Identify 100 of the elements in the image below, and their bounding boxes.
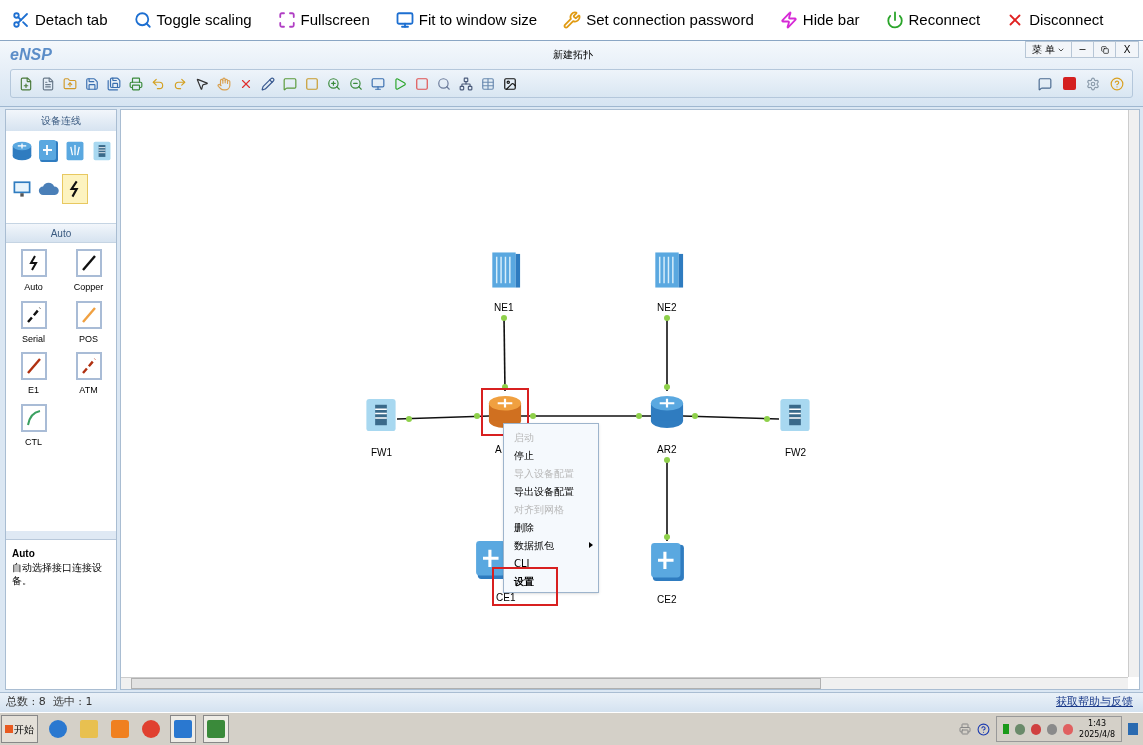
search-icon — [437, 76, 451, 91]
clock-time: 1:43 — [1088, 718, 1106, 729]
new-file-icon — [19, 76, 33, 91]
node-label: NE1 — [494, 302, 514, 313]
help-icon — [977, 722, 991, 736]
hand-icon — [217, 76, 231, 91]
clock-date: 2025/4/8 — [1079, 729, 1115, 740]
menu-item[interactable]: 导出设备配置 — [504, 482, 598, 500]
pc-icon — [11, 178, 33, 200]
switch-icon — [39, 140, 58, 162]
image-icon — [503, 76, 517, 91]
toolbar-button[interactable]: Disconnect — [1006, 8, 1104, 32]
app-logo: eNSP — [10, 45, 52, 65]
app-icon — [174, 720, 192, 738]
link-line[interactable] — [664, 315, 670, 392]
logo-icon — [1062, 77, 1076, 90]
zoom-in-icon — [327, 76, 341, 91]
save-icon — [107, 76, 121, 91]
power-icon — [885, 11, 904, 29]
pointer-icon — [195, 76, 209, 91]
cable-type-button[interactable]: Serial — [6, 300, 61, 346]
screen-icon — [371, 76, 385, 91]
router-node-icon — [486, 393, 524, 431]
tray-icon — [1031, 723, 1042, 735]
taskbar-app-button[interactable] — [170, 715, 196, 743]
cable-type-button[interactable]: ATM — [61, 352, 116, 398]
node-label: FW1 — [371, 447, 393, 458]
comment-icon — [283, 76, 297, 91]
menu-item[interactable]: 删除 — [504, 518, 598, 536]
printer-icon — [959, 723, 972, 735]
comment-icon — [1038, 76, 1052, 91]
cable-type-button[interactable]: POS — [61, 300, 116, 346]
node-label: A — [495, 444, 502, 455]
toolbar-button[interactable]: Toggle scaling — [133, 8, 252, 32]
printer-icon — [129, 76, 143, 91]
cable-type-button[interactable]: Auto — [6, 249, 61, 295]
wireless-icon — [64, 140, 86, 162]
horizontal-scrollbar[interactable] — [121, 677, 1128, 689]
vertical-scrollbar[interactable] — [1128, 110, 1139, 677]
node-label: CE1 — [496, 592, 516, 603]
tray-icon — [1063, 723, 1074, 735]
status-text: 总数 : 8 选中 : 1 — [6, 694, 93, 711]
document-icon — [41, 76, 55, 91]
settings-icon — [1086, 76, 1100, 91]
undo-icon — [151, 76, 165, 91]
restore-icon — [1100, 45, 1109, 54]
rectangle-icon — [305, 76, 319, 91]
router-icon — [11, 140, 33, 162]
cable-type-button[interactable]: E1 — [6, 352, 61, 398]
stop-icon — [415, 76, 429, 91]
link-line[interactable] — [396, 413, 490, 422]
panel-header: 设备连线 — [6, 110, 116, 131]
node-label: NE2 — [657, 302, 677, 313]
zoom-out-icon — [349, 76, 363, 91]
monitor-icon — [395, 11, 414, 29]
menu-item[interactable]: CLI — [504, 554, 598, 572]
toolbar-button[interactable]: Hide bar — [779, 8, 860, 32]
description-text: 自动选择接口连接设备。 — [12, 561, 103, 587]
link-line[interactable] — [520, 413, 652, 419]
table-icon — [481, 76, 495, 91]
submenu-arrow-icon — [589, 542, 593, 548]
toolbar-button[interactable]: Set connection password — [563, 8, 754, 32]
taskbar-app-button[interactable] — [203, 715, 229, 743]
window-title: 新建拓扑 — [553, 48, 593, 62]
play-icon — [393, 76, 407, 91]
toolbar-button[interactable]: Reconnect — [885, 8, 981, 32]
cable-type-button[interactable]: CTL — [6, 403, 61, 449]
topology-icon — [459, 76, 473, 91]
router-node-icon — [648, 393, 686, 431]
lightning-icon — [779, 11, 798, 29]
toolbar-button[interactable]: Fit to window size — [395, 8, 538, 32]
redo-icon — [173, 76, 187, 91]
help-link[interactable]: 获取帮助与反馈 — [1056, 694, 1133, 711]
save-icon — [85, 76, 99, 91]
wrench-icon — [563, 11, 582, 29]
panel-header: Auto — [6, 223, 116, 243]
switch-node-icon — [650, 543, 684, 581]
close-button[interactable]: X — [1116, 42, 1138, 57]
scissors-icon — [12, 11, 30, 29]
node-label: FW2 — [785, 447, 807, 458]
fullscreen-icon — [277, 11, 296, 29]
menu-item[interactable]: 设置 — [504, 572, 598, 590]
node-label: AR2 — [657, 444, 677, 455]
link-line[interactable] — [501, 315, 508, 392]
link-line[interactable] — [682, 413, 780, 422]
menu-button[interactable]: 菜 单 — [1025, 42, 1072, 57]
toolbar-button[interactable]: Fullscreen — [277, 8, 370, 32]
pencil-icon — [261, 76, 275, 91]
description-title: Auto — [12, 547, 36, 561]
search-icon — [133, 11, 152, 29]
tray-icon — [1015, 723, 1026, 735]
tray-icon — [1047, 723, 1058, 735]
device-type-button[interactable] — [62, 174, 88, 204]
menu-item[interactable]: 停止 — [504, 446, 598, 464]
start-button[interactable]: 开始 — [1, 715, 38, 743]
cable-type-button[interactable]: Copper — [61, 249, 116, 295]
toolbar-button[interactable]: Detach tab — [12, 8, 108, 32]
link-line[interactable] — [664, 457, 670, 542]
menu-item[interactable]: 数据抓包 — [504, 536, 598, 554]
help-icon — [1110, 76, 1124, 91]
